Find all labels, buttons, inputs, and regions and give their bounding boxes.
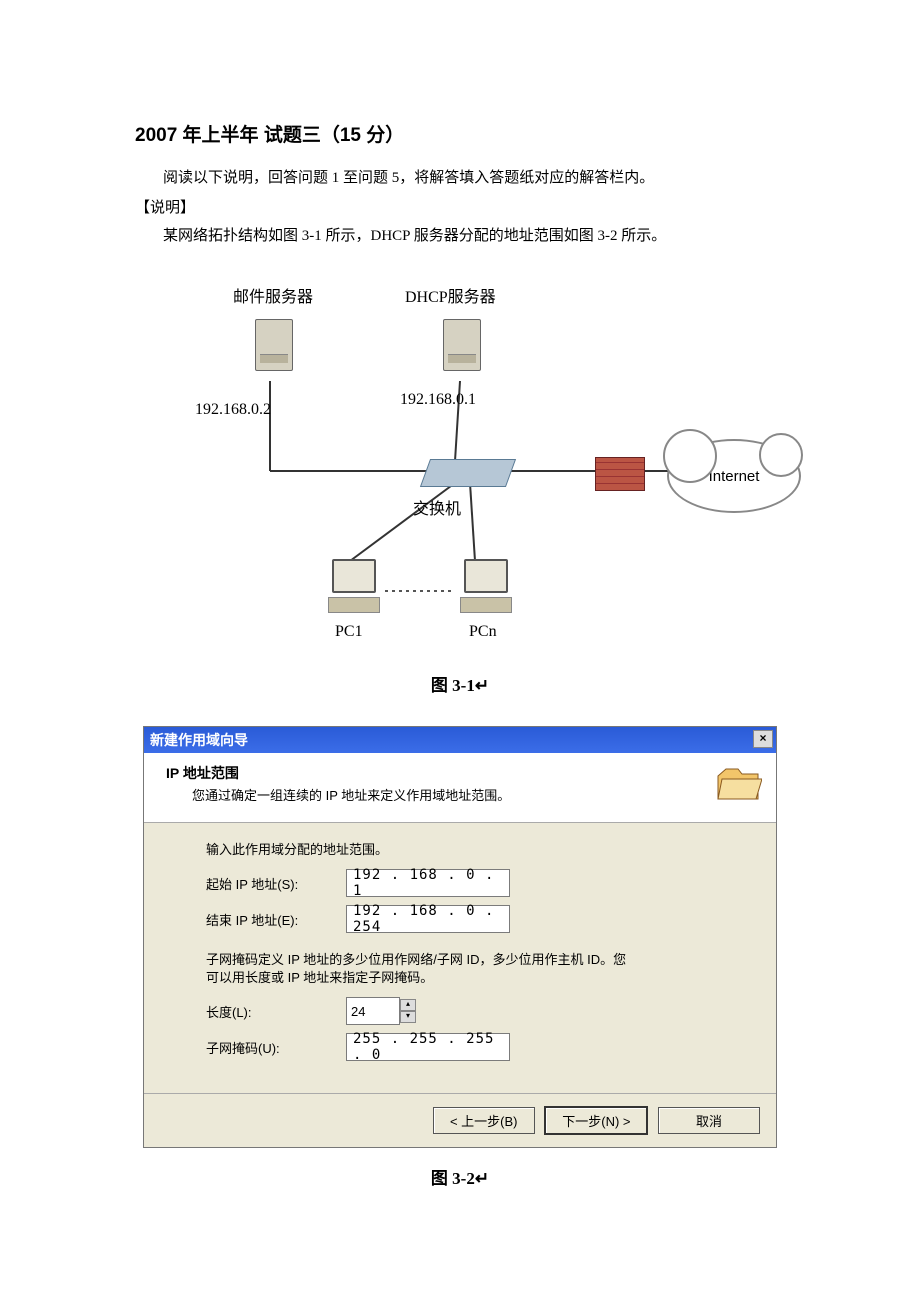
- pcn-icon: [457, 559, 515, 617]
- spin-down-icon[interactable]: ▾: [400, 1011, 416, 1023]
- dhcp-scope-wizard-dialog: 新建作用域向导 × IP 地址范围 您通过确定一组连续的 IP 地址来定义作用域…: [143, 726, 777, 1148]
- cancel-button[interactable]: 取消: [658, 1107, 760, 1134]
- mail-ip-label: 192.168.0.2: [195, 401, 271, 419]
- back-button[interactable]: < 上一步(B): [433, 1107, 535, 1134]
- start-ip-label: 起始 IP 地址(S):: [206, 874, 346, 893]
- internet-cloud-icon: Internet: [667, 439, 801, 513]
- pc1-label: PC1: [335, 623, 363, 641]
- pc1-icon: [325, 559, 383, 617]
- dhcp-ip-label: 192.168.0.1: [400, 391, 476, 409]
- spin-up-icon[interactable]: ▴: [400, 999, 416, 1011]
- spinner-buttons[interactable]: ▴ ▾: [400, 999, 416, 1023]
- dialog-titlebar: 新建作用域向导 ×: [144, 727, 776, 753]
- figure-3-1-caption: 图 3-1↵: [135, 671, 785, 696]
- firewall-icon: [595, 457, 645, 491]
- length-spinner[interactable]: 24: [346, 997, 400, 1025]
- header-title: IP 地址范围: [166, 763, 704, 783]
- folder-icon: [716, 763, 762, 803]
- internet-label: Internet: [709, 468, 760, 485]
- next-button[interactable]: 下一步(N) >: [544, 1106, 648, 1135]
- dialog-header: IP 地址范围 您通过确定一组连续的 IP 地址来定义作用域地址范围。: [144, 753, 776, 823]
- pcn-label: PCn: [469, 623, 497, 641]
- dialog-footer: < 上一步(B) 下一步(N) > 取消: [144, 1093, 776, 1147]
- dhcp-server-icon: [443, 319, 481, 371]
- instruction-text: 阅读以下说明，回答问题 1 至问题 5，将解答填入答题纸对应的解答栏内。: [135, 165, 785, 191]
- dialog-title-text: 新建作用域向导: [150, 732, 248, 748]
- figure-3-2-caption: 图 3-2↵: [135, 1164, 785, 1189]
- switch-label: 交换机: [413, 495, 461, 519]
- mail-server-icon: [255, 319, 293, 371]
- start-ip-input[interactable]: 192 . 168 . 0 . 1: [346, 869, 510, 897]
- end-ip-input[interactable]: 192 . 168 . 0 . 254: [346, 905, 510, 933]
- dialog-body: 输入此作用域分配的地址范围。 起始 IP 地址(S): 192 . 168 . …: [144, 823, 776, 1093]
- switch-icon: [420, 459, 516, 487]
- range-instruction: 输入此作用域分配的地址范围。: [206, 841, 728, 859]
- explain-heading: 【说明】: [135, 195, 785, 221]
- page-title: 2007 年上半年 试题三（15 分）: [135, 120, 785, 147]
- network-topology-diagram: 邮件服务器 DHCP服务器 192.168.0.2 192.168.0.1 交换…: [175, 271, 795, 661]
- explain-body: 某网络拓扑结构如图 3-1 所示，DHCP 服务器分配的地址范围如图 3-2 所…: [135, 223, 785, 249]
- end-ip-label: 结束 IP 地址(E):: [206, 910, 346, 929]
- subnet-desc: 子网掩码定义 IP 地址的多少位用作网络/子网 ID，多少位用作主机 ID。您 …: [206, 951, 728, 987]
- mail-server-label: 邮件服务器: [233, 283, 313, 307]
- dhcp-server-label: DHCP服务器: [405, 283, 496, 307]
- close-button[interactable]: ×: [753, 730, 773, 748]
- mask-label: 子网掩码(U):: [206, 1038, 346, 1057]
- length-label: 长度(L):: [206, 1002, 346, 1021]
- mask-input[interactable]: 255 . 255 . 255 . 0: [346, 1033, 510, 1061]
- header-subtitle: 您通过确定一组连续的 IP 地址来定义作用域地址范围。: [192, 785, 704, 804]
